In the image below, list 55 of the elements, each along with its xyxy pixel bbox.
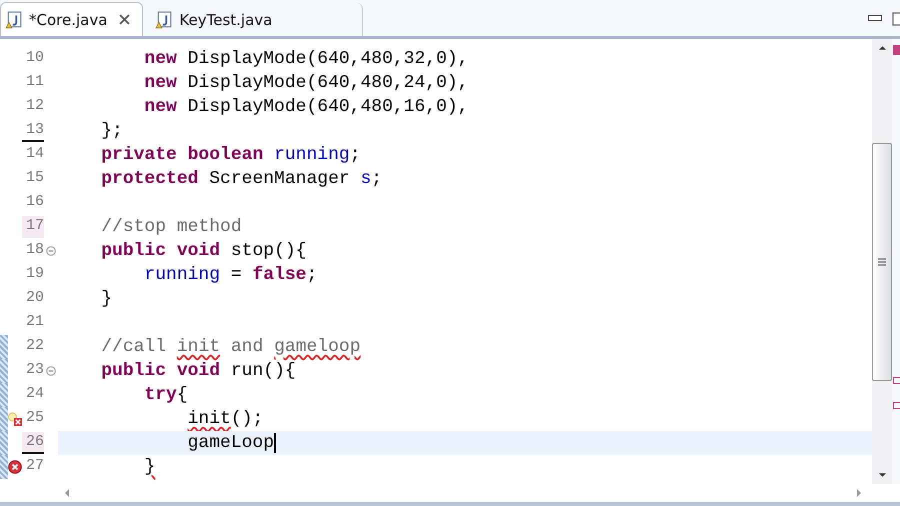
line-number: 22 (24, 336, 44, 356)
line-number: 23 (24, 360, 44, 380)
editor-tab[interactable]: KeyTest.java (151, 3, 364, 36)
code-line: new DisplayMode(640,480,16,0), (143, 97, 468, 117)
java-file-icon (5, 10, 23, 28)
code-line: private boolean running; (100, 145, 360, 165)
code-line: //stop method (100, 217, 242, 237)
tab-label: *Core.java (29, 10, 108, 28)
scroll-right-icon[interactable] (856, 488, 862, 498)
code-line: gameLoop (186, 433, 274, 453)
code-line: public void stop(){ (100, 241, 306, 261)
line-number: 14 (24, 144, 44, 164)
line-number: 15 (24, 168, 44, 188)
scroll-left-icon[interactable] (64, 488, 70, 498)
code-line: try{ (143, 385, 188, 405)
code-line: protected ScreenManager s; (100, 169, 382, 189)
text-cursor (274, 433, 276, 453)
line-number: 20 (24, 288, 44, 308)
code-line: running = false; (143, 265, 318, 285)
line-number: 13 (22, 120, 44, 142)
code-line: } (100, 289, 112, 309)
line-number: 11 (24, 72, 44, 92)
close-icon[interactable] (119, 14, 130, 25)
scroll-down-icon[interactable] (878, 472, 886, 478)
error-icon[interactable] (8, 460, 22, 474)
code-line: new DisplayMode(640,480,24,0), (143, 73, 468, 93)
line-number: 12 (24, 96, 44, 116)
line-number: 25 (24, 408, 44, 428)
scroll-thumb[interactable] (872, 142, 892, 380)
maximize-icon[interactable] (892, 12, 900, 26)
scroll-up-icon[interactable] (878, 45, 886, 51)
line-number: 24 (24, 384, 44, 404)
line-number: 16 (24, 192, 44, 212)
collapse-icon[interactable] (46, 366, 56, 376)
line-number: 17 (22, 216, 44, 238)
code-line: }; (100, 121, 123, 141)
code-line: public void run(){ (100, 361, 296, 381)
line-number: 18 (24, 240, 44, 260)
lightbulb-error-icon[interactable] (8, 412, 22, 426)
tab-label: KeyTest.java (179, 10, 272, 28)
code-line: init(); (186, 409, 264, 429)
line-number: 10 (24, 48, 44, 68)
code-line: } (143, 457, 156, 477)
collapse-icon[interactable] (46, 246, 56, 256)
line-number: 27 (24, 456, 44, 476)
line-number: 19 (24, 264, 44, 284)
code-line: new DisplayMode(640,480,32,0), (143, 49, 468, 69)
grip-icon (878, 258, 886, 266)
line-number: 26 (22, 432, 44, 454)
java-file-icon (155, 10, 174, 28)
line-number: 21 (24, 312, 44, 332)
vertical-scrollbar[interactable] (872, 39, 892, 484)
editor-tab[interactable]: *Core.java (0, 2, 144, 36)
minimize-icon[interactable] (868, 15, 882, 23)
code-line: //call init and gameloop (100, 337, 361, 357)
